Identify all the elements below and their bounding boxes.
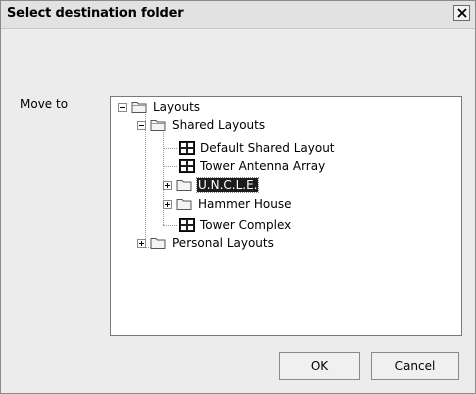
folder-icon [176,199,192,210]
window-title: Select destination folder [7,6,184,21]
expand-icon[interactable] [163,199,172,209]
tree-node-tower-complex[interactable]: Tower Complex [179,216,292,234]
tree-node-label: Hammer House [198,197,292,211]
tree-node-uncle[interactable]: U.N.C.L.E. [163,176,260,194]
folder-icon [176,180,192,191]
folder-open-icon [131,102,147,113]
expand-icon[interactable] [163,180,172,190]
folder-tree[interactable]: Layouts Shared Layouts Default Shared La… [110,96,462,336]
tree-node-hammer-house[interactable]: Hammer House [163,195,293,213]
layout-grid-icon [179,141,195,155]
expand-icon[interactable] [137,238,146,248]
collapse-icon[interactable] [137,120,146,130]
folder-icon [150,238,166,249]
close-icon [457,8,467,18]
tree-node-shared-layouts[interactable]: Shared Layouts [137,116,266,134]
close-button[interactable] [453,5,470,21]
tree-node-label: Default Shared Layout [200,141,335,155]
tree-line [163,166,177,167]
ok-button[interactable]: OK [279,352,360,380]
tree-node-label: Layouts [153,100,201,114]
tree-line [163,225,177,226]
folder-open-icon [150,120,166,131]
layout-grid-icon [179,218,195,232]
cancel-button[interactable]: Cancel [371,352,459,380]
tree-node-default-shared-layout[interactable]: Default Shared Layout [179,139,336,157]
move-to-label: Move to [20,97,69,111]
tree-node-label: Shared Layouts [172,118,266,132]
title-bar: Select destination folder [1,1,475,29]
tree-line [163,148,177,149]
select-destination-dialog: Select destination folder Move to Layout… [0,0,476,394]
collapse-icon[interactable] [118,102,127,112]
tree-node-label: U.N.C.L.E. [195,177,260,193]
tree-node-personal-layouts[interactable]: Personal Layouts [137,234,275,252]
tree-node-tower-antenna-array[interactable]: Tower Antenna Array [179,157,326,175]
tree-node-label: Personal Layouts [172,236,274,250]
tree-node-layouts[interactable]: Layouts [118,98,201,116]
tree-node-label: Tower Complex [200,218,292,232]
layout-grid-icon [179,159,195,173]
tree-node-label: Tower Antenna Array [200,159,326,173]
